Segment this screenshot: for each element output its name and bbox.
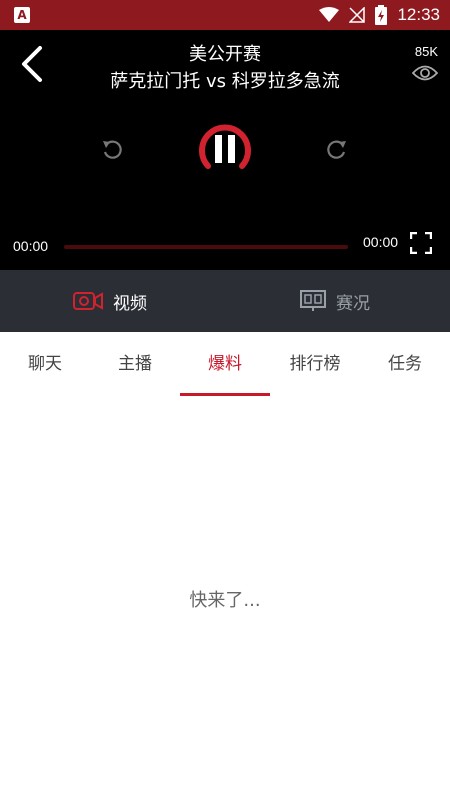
wifi-icon	[319, 7, 340, 22]
status-time: 12:33	[397, 5, 440, 24]
fullscreen-icon[interactable]	[410, 232, 432, 254]
viewer-count: 85K	[414, 44, 438, 59]
mode-bar: 视频 赛况	[0, 270, 450, 332]
video-camera-icon	[73, 292, 103, 310]
mode-tab-video-label: 视频	[113, 293, 147, 314]
tab-tasks[interactable]: 任务	[360, 332, 450, 396]
rewind-icon[interactable]	[100, 136, 126, 162]
match-teams-title: 萨克拉门托 vs 科罗拉多急流	[110, 71, 340, 92]
scoreboard-icon	[300, 290, 326, 311]
current-time: 00:00	[13, 238, 49, 254]
empty-placeholder: 快来了...	[189, 590, 261, 611]
mode-tab-match-status-label: 赛况	[336, 293, 370, 314]
status-icons: 12:33	[319, 0, 440, 30]
match-league-title: 美公开赛	[189, 44, 261, 65]
tab-chat[interactable]: 聊天	[0, 332, 90, 396]
duration-time: 00:00	[363, 234, 399, 250]
pause-button[interactable]	[198, 122, 252, 176]
eye-icon	[412, 65, 438, 81]
no-signal-icon	[349, 7, 366, 23]
tab-bar: 聊天 主播 爆料 排行榜 任务	[0, 332, 450, 396]
tab-host[interactable]: 主播	[90, 332, 180, 396]
app-notification-icon: A	[14, 7, 30, 23]
progress-bar[interactable]	[64, 245, 348, 249]
tab-news[interactable]: 爆料	[180, 332, 270, 396]
video-player[interactable]: 美公开赛 萨克拉门托 vs 科罗拉多急流 85K 00:00 00:00	[0, 30, 450, 270]
mode-tab-match-status[interactable]: 赛况	[300, 270, 370, 332]
battery-charging-icon	[375, 5, 388, 25]
tab-ranking[interactable]: 排行榜	[270, 332, 360, 396]
status-bar: A 12:33	[0, 0, 450, 30]
fast-forward-icon[interactable]	[323, 136, 349, 162]
tab-content: 快来了...	[0, 396, 450, 800]
mode-tab-video[interactable]: 视频	[73, 270, 147, 332]
